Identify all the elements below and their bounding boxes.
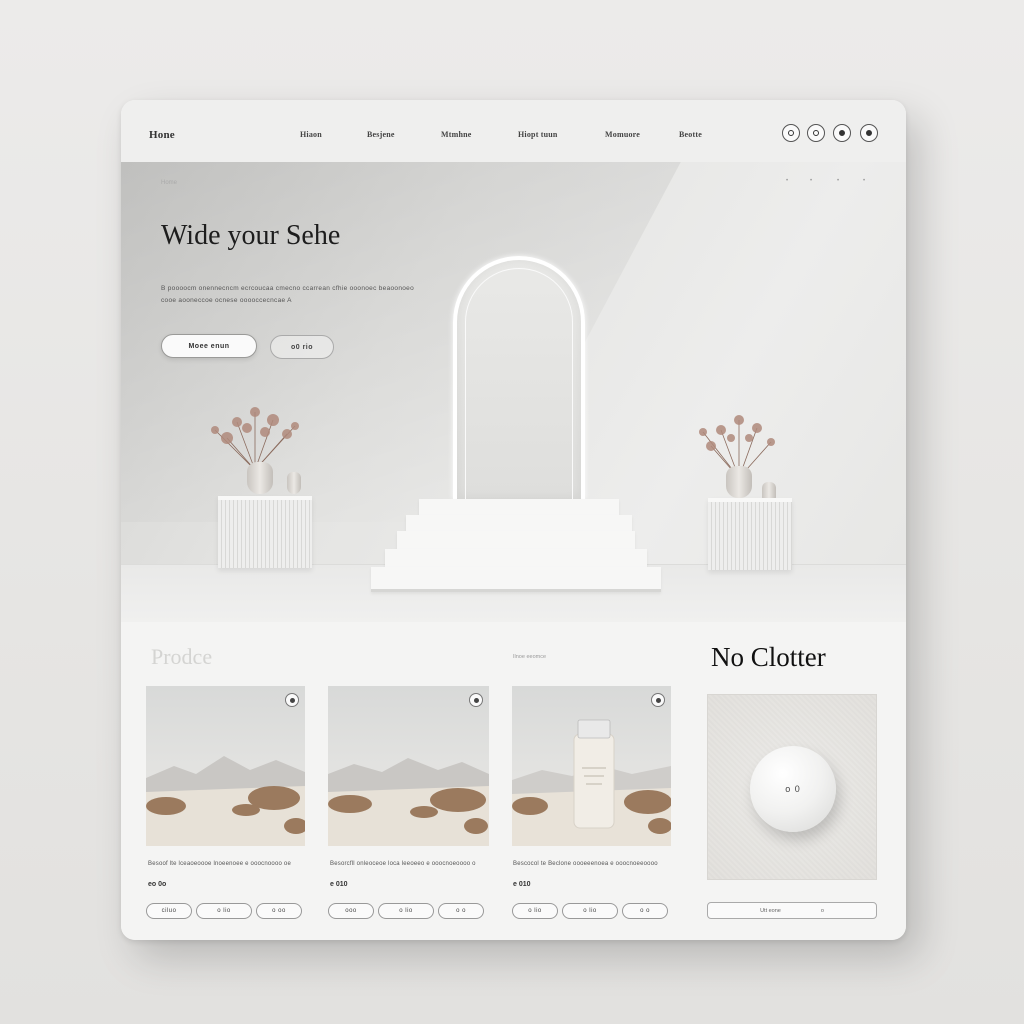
small-dot-icon: • — [863, 178, 866, 184]
cart-icon[interactable] — [860, 124, 878, 142]
pedestal-left — [218, 496, 312, 568]
search-icon[interactable] — [807, 124, 825, 142]
feature-image[interactable]: o 0 — [707, 694, 877, 880]
nav-link-4[interactable]: Hiopt tuun — [518, 130, 558, 139]
vase — [726, 466, 752, 498]
product-action-button[interactable]: ciluo — [146, 903, 192, 919]
small-dot-icon: • — [786, 178, 789, 184]
vase — [287, 472, 301, 494]
small-dot-icon: • — [810, 178, 813, 184]
product-action-button[interactable]: o o — [622, 903, 668, 919]
top-navigation: Hone Hiaon Besjene Mtmhne Hiopt tuun Mom… — [121, 100, 906, 163]
products-subheading: Ilnoe eeomce — [513, 654, 547, 660]
small-dot-icon: • — [837, 178, 840, 184]
product-actions: o lio o lio o o — [512, 903, 668, 919]
nav-link-2[interactable]: Besjene — [367, 130, 395, 139]
round-device: o 0 — [750, 746, 836, 832]
favorite-icon[interactable] — [469, 693, 483, 707]
feature-button-icon: o — [820, 907, 824, 914]
nav-link-1[interactable]: Hiaon — [300, 130, 322, 139]
pedestal-right — [708, 498, 792, 570]
favorite-icon[interactable] — [285, 693, 299, 707]
product-description: Besoof lte lceaoeoooe lnoeenoee e ooocno… — [148, 861, 291, 867]
user-icon[interactable] — [782, 124, 800, 142]
product-image[interactable] — [328, 686, 489, 846]
product-description: Besorcfll onleoceoe loca leeoeeo e ooocn… — [330, 861, 476, 867]
stair-step — [371, 567, 661, 592]
hero-title: Wide your Sehe — [161, 220, 341, 251]
product-action-button[interactable]: o lio — [562, 903, 618, 919]
breadcrumb[interactable]: Home — [161, 180, 177, 186]
hero-section: Home • • • • Wide your Sehe B poooocm on… — [121, 162, 906, 622]
hero-description: B poooocm onennecncm ecrcoucaa cmecno cc… — [161, 285, 414, 304]
product-action-button[interactable]: o lio — [196, 903, 252, 919]
nav-link-5[interactable]: Momuore — [605, 130, 640, 139]
hero-primary-button[interactable]: Moee enun — [161, 334, 257, 358]
nav-link-3[interactable]: Mtmhne — [441, 130, 472, 139]
product-action-button[interactable]: o o — [438, 903, 484, 919]
feature-button[interactable]: Utt eone o — [707, 902, 877, 919]
product-price: e 010 — [330, 881, 348, 888]
product-image[interactable] — [146, 686, 305, 846]
product-action-button[interactable]: o lio — [378, 903, 434, 919]
product-action-button[interactable]: o lio — [512, 903, 558, 919]
brand-logo[interactable]: Hone — [149, 129, 175, 141]
arch-doorway — [453, 256, 585, 499]
hero-secondary-button[interactable]: o0 rio — [270, 335, 334, 359]
feature-title: No Clotter — [711, 642, 826, 672]
product-price: eo 0o — [148, 881, 167, 888]
vase — [247, 462, 273, 494]
favorite-icon[interactable] — [651, 693, 665, 707]
app-window: Hone Hiaon Besjene Mtmhne Hiopt tuun Mom… — [121, 100, 906, 940]
product-actions: ooo o lio o o — [328, 903, 484, 919]
product-actions: ciluo o lio o oo — [146, 903, 302, 919]
product-action-button[interactable]: ooo — [328, 903, 374, 919]
product-image[interactable] — [512, 686, 671, 846]
nav-link-6[interactable]: Beotte — [679, 130, 702, 139]
feature-button-label: Utt eone — [760, 907, 781, 914]
product-action-button[interactable]: o oo — [256, 903, 302, 919]
product-price: e 010 — [513, 881, 531, 888]
product-description: Bescocol te Beclone oooeeenoea e ooocnoe… — [513, 861, 658, 867]
favorite-icon[interactable] — [833, 124, 851, 142]
products-heading: Prodce — [151, 644, 213, 669]
